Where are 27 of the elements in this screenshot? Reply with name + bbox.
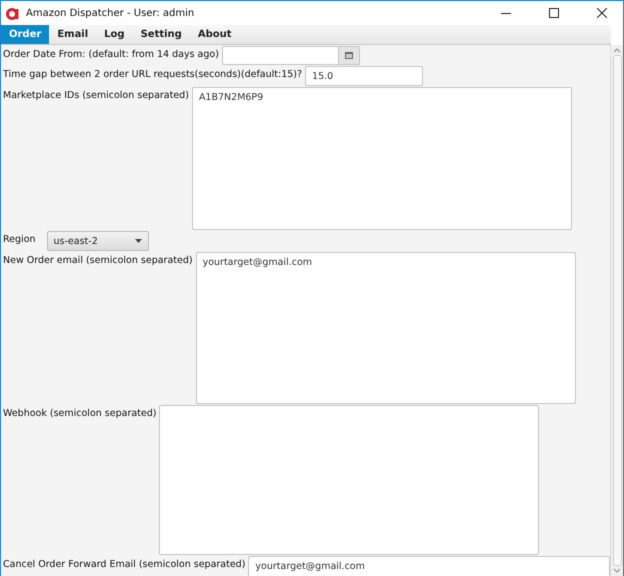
text-area[interactable]: yourtarget@gmail.com	[196, 252, 576, 404]
field-label: New Order email (semicolon separated)	[2, 254, 193, 266]
maximize-icon	[549, 8, 559, 18]
tab[interactable]: About	[190, 25, 240, 44]
field-label: Webhook (semicolon separated)	[2, 407, 156, 419]
tab[interactable]: Log	[96, 25, 133, 44]
window-title: Amazon Dispatcher - User: admin	[26, 8, 196, 18]
tab[interactable]: Setting	[132, 25, 190, 44]
logo-icon	[6, 6, 20, 20]
field-label: Time gap between 2 order URL requests(seconds)(default:15)?	[2, 68, 302, 80]
close-icon	[597, 8, 607, 18]
scroll-down-icon[interactable]	[613, 568, 621, 574]
text-area[interactable]: A1B7N2M6P9	[192, 87, 572, 230]
region-dropdown[interactable]: us-east-2	[46, 231, 149, 251]
scrollbar[interactable]	[610, 45, 623, 576]
date-field[interactable]	[222, 46, 360, 65]
field-label: Order Date From: (default: from 14 days ago)	[2, 48, 219, 60]
calendar-icon[interactable]	[338, 47, 359, 64]
scroll-up-icon[interactable]	[613, 47, 621, 53]
input-field[interactable]: 15.0	[305, 66, 424, 86]
field-label: Cancel Order Forward Email (semicolon separated)	[2, 558, 246, 570]
field-label: Marketplace IDs (semicolon separated)	[2, 89, 189, 101]
tab[interactable]: Email	[49, 25, 96, 44]
field-label: Region	[2, 233, 36, 245]
input-field[interactable]: yourtarget@gmail.com	[248, 556, 610, 576]
caret-icon	[134, 239, 142, 243]
tab[interactable]: Order	[1, 25, 50, 44]
